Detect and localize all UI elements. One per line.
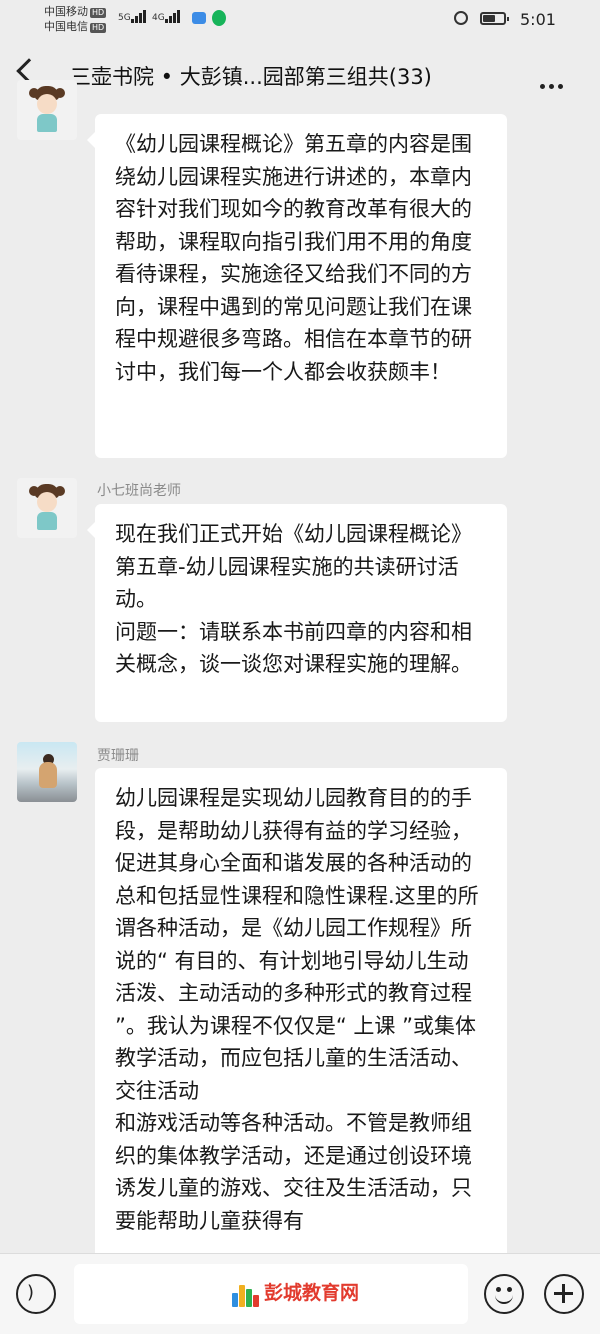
message-bubble[interactable]: 《幼儿园课程概论》第五章的内容是围绕幼儿园课程实施进行讲述的，本章内容针对我们现…: [87, 114, 507, 458]
carrier-2: 中国电信 HD: [44, 20, 107, 33]
sender-name: 贾珊珊: [97, 748, 139, 764]
avatar[interactable]: [17, 80, 77, 140]
alarm-icon: [454, 11, 468, 25]
carrier-1: 中国移动 HD: [44, 5, 107, 18]
message-bubble[interactable]: 现在我们正式开始《幼儿园课程概论》第五章-幼儿园课程实施的共读研讨活动。 问题一…: [87, 504, 507, 722]
cloud-icon: [192, 12, 206, 24]
clock: 5:01: [520, 10, 556, 29]
watermark-logo: 彭城教育网: [232, 1278, 359, 1307]
avatar[interactable]: [17, 478, 77, 538]
status-bar: 中国移动 HD 中国电信 HD 5G 4G 5:01: [0, 0, 600, 40]
signal-icon-2: 4G: [152, 10, 181, 23]
chat-header: 三壶书院 • 大彭镇...园部第三组共(33): [0, 40, 600, 114]
message-bubble[interactable]: 幼儿园课程是实现幼儿园教育目的的手段，是帮助幼儿获得有益的学习经验，促进其身心全…: [95, 768, 507, 1268]
emoji-icon[interactable]: [484, 1274, 524, 1314]
signal-icon-1: 5G: [118, 10, 147, 23]
more-icon[interactable]: [540, 74, 567, 93]
voice-icon[interactable]: ): [16, 1274, 56, 1314]
sender-name: 小七班尚老师: [97, 483, 181, 499]
input-bar: ) 彭城教育网: [0, 1253, 600, 1334]
app-notification-icon: [212, 10, 226, 26]
battery-icon: [480, 12, 509, 25]
message-input[interactable]: 彭城教育网: [74, 1264, 468, 1324]
plus-icon[interactable]: [544, 1274, 584, 1314]
book-logo-icon: [232, 1281, 259, 1307]
avatar[interactable]: [17, 742, 77, 802]
chat-title: 三壶书院 • 大彭镇...园部第三组共(33): [70, 65, 432, 89]
